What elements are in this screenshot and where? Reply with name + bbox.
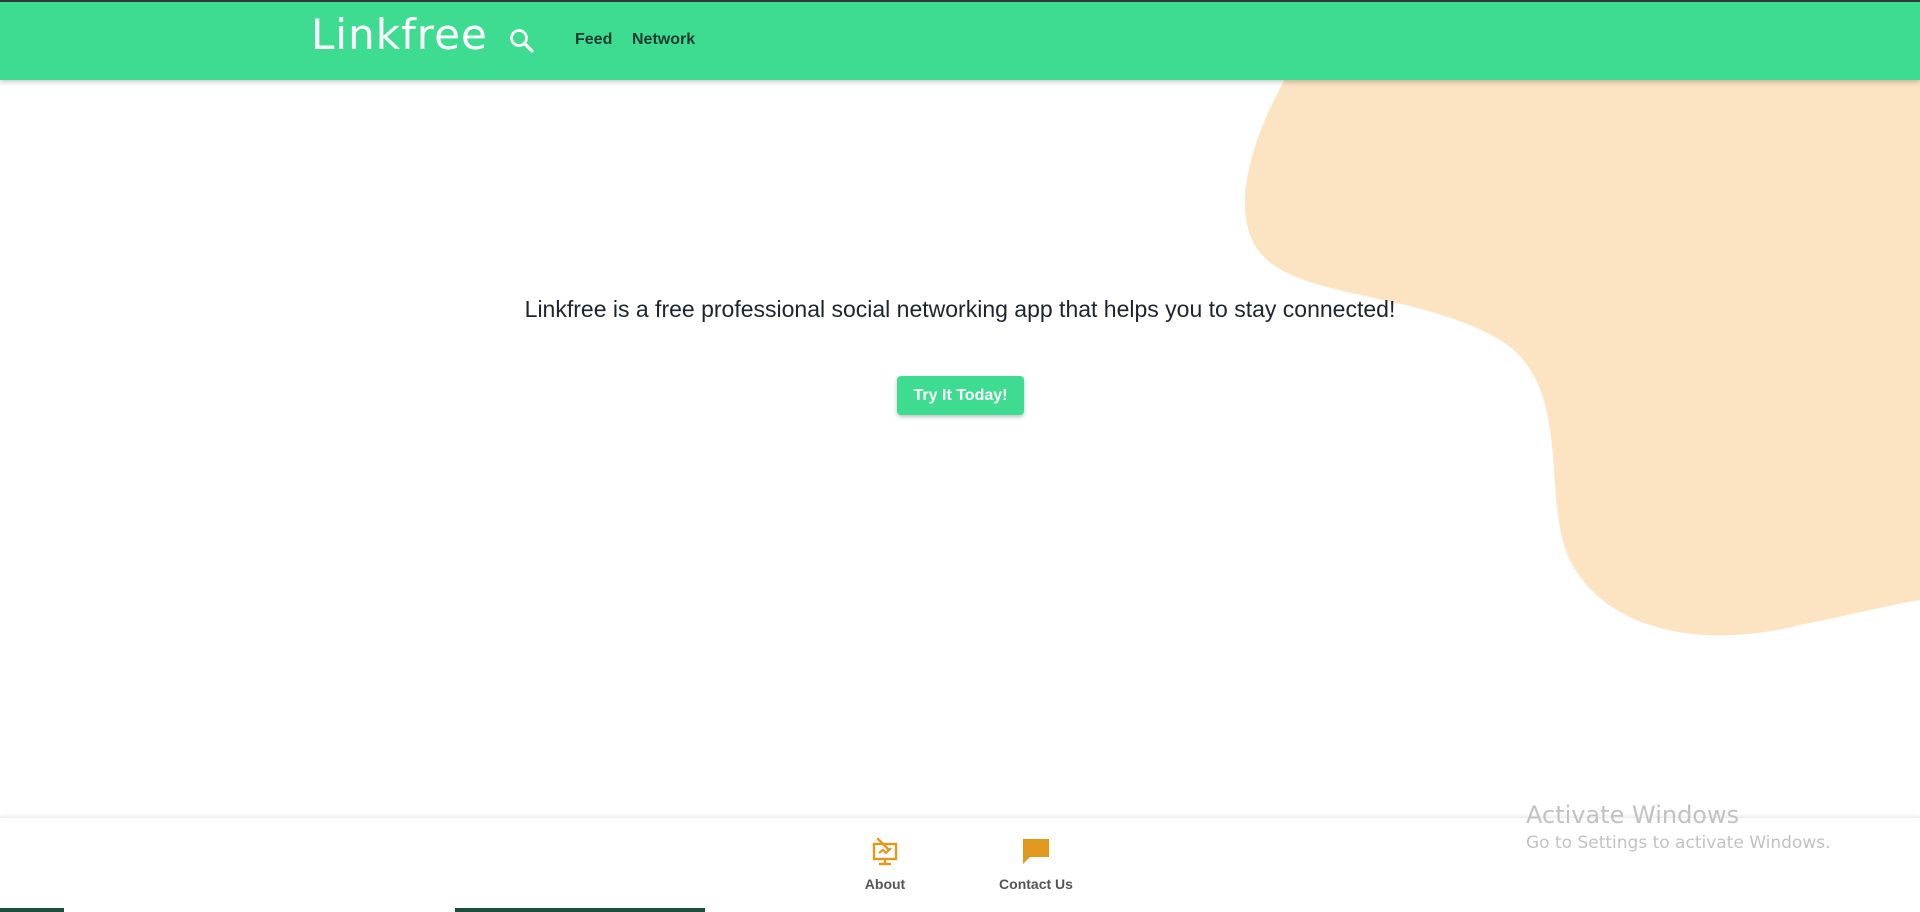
hero-tagline: Linkfree is a free professional social n…	[524, 296, 1396, 322]
navbar: Linkfree Feed Network	[0, 0, 1920, 80]
footer-contact-link[interactable]: Contact Us	[981, 836, 1091, 892]
page: Linkfree Feed Network Linkfree is a free…	[0, 0, 1920, 912]
footer-bar: About Contact Us	[0, 817, 1920, 912]
footer-about-link[interactable]: About	[830, 836, 940, 892]
nav-link-network[interactable]: Network	[632, 31, 695, 49]
presentation-icon	[870, 836, 900, 866]
nav-link-feed[interactable]: Feed	[575, 31, 612, 49]
decorative-blob	[1244, 70, 1920, 636]
footer-about-label: About	[864, 876, 906, 892]
chat-bubble-icon	[1021, 836, 1051, 866]
search-icon[interactable]	[508, 27, 536, 55]
taskbar-edge	[0, 908, 1920, 912]
window-top-edge	[0, 0, 1920, 2]
brand-logo[interactable]: Linkfree	[311, 10, 488, 59]
try-it-today-button[interactable]: Try It Today!	[897, 376, 1024, 415]
footer-contact-label: Contact Us	[999, 876, 1073, 892]
